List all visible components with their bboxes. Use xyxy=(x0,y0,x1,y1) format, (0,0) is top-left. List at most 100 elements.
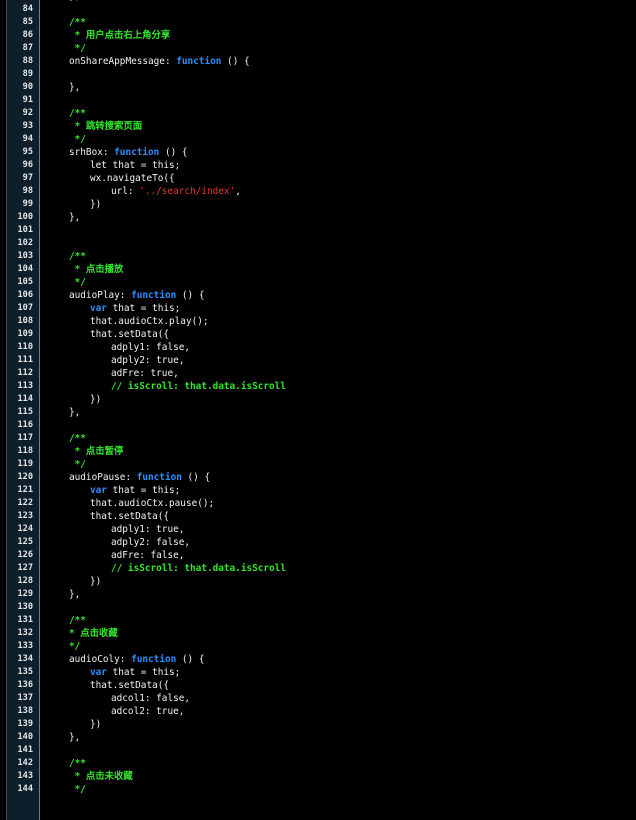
code-line[interactable]: 115}, xyxy=(0,406,636,419)
code-line[interactable]: 130 xyxy=(0,601,636,614)
code-line[interactable]: 136 that.setData({ xyxy=(0,679,636,692)
code-token: audioPlay: xyxy=(69,290,132,301)
comment-token: // isScroll: that.data.isScroll xyxy=(111,563,286,574)
code-line[interactable]: 125 adply2: false, xyxy=(0,536,636,549)
line-number: 130 xyxy=(17,602,33,612)
code-line[interactable]: 138 adcol2: true, xyxy=(0,705,636,718)
string-token: '../search/index' xyxy=(139,186,236,197)
code-line[interactable]: 119 */ xyxy=(0,458,636,471)
code-token: }, xyxy=(69,732,81,743)
code-line[interactable]: 93 * 跳转搜索页面 xyxy=(0,120,636,133)
code-line[interactable]: 106 audioPlay: function () { xyxy=(0,289,636,302)
code-text: * 点击暂停 xyxy=(48,445,124,458)
code-line[interactable]: 96 let that = this; xyxy=(0,159,636,172)
code-text: * 跳转搜索页面 xyxy=(48,120,143,133)
line-number: 138 xyxy=(17,706,33,716)
code-text: /** xyxy=(48,250,86,263)
code-lines: 83},8485/**86 * 用户点击右上角分享87 */88onShareA… xyxy=(0,0,636,796)
code-line[interactable]: 102 xyxy=(0,237,636,250)
code-line[interactable]: 134 audioColy: function () { xyxy=(0,653,636,666)
line-number: 139 xyxy=(17,719,33,729)
code-text: adFre: false, xyxy=(48,549,184,562)
code-line[interactable]: 132 * 点击收藏 xyxy=(0,627,636,640)
code-line[interactable]: 110 adply1: false, xyxy=(0,341,636,354)
code-line[interactable]: 103 /** xyxy=(0,250,636,263)
code-line[interactable]: 116 xyxy=(0,419,636,432)
code-text: audioColy: function () { xyxy=(48,653,204,666)
code-text: }, xyxy=(48,588,80,601)
code-line[interactable]: 112 adFre: true, xyxy=(0,367,636,380)
code-line[interactable]: 90}, xyxy=(0,81,636,94)
code-line[interactable]: 137 adcol1: false, xyxy=(0,692,636,705)
code-line[interactable]: 89 xyxy=(0,68,636,81)
code-line[interactable]: 109 that.setData({ xyxy=(0,328,636,341)
code-line[interactable]: 128}) xyxy=(0,575,636,588)
code-line[interactable]: 101 xyxy=(0,224,636,237)
code-token: }, xyxy=(69,82,81,93)
code-text: adply2: false, xyxy=(48,536,190,549)
code-text: adply1: false, xyxy=(48,341,190,354)
code-text: adcol1: false, xyxy=(48,692,190,705)
code-text: }, xyxy=(48,81,80,94)
code-line[interactable]: 97 wx.navigateTo({ xyxy=(0,172,636,185)
code-line[interactable]: 108 that.audioCtx.play(); xyxy=(0,315,636,328)
code-line[interactable]: 135 var that = this; xyxy=(0,666,636,679)
code-token: that.setData({ xyxy=(90,680,170,691)
code-line[interactable]: 127 // isScroll: that.data.isScroll xyxy=(0,562,636,575)
code-line[interactable]: 120 audioPause: function () { xyxy=(0,471,636,484)
code-line[interactable]: 88 onShareAppMessage: function () { xyxy=(0,55,636,68)
code-line[interactable]: 144 */ xyxy=(0,783,636,796)
code-text: */ xyxy=(48,783,86,796)
code-line[interactable]: 140}, xyxy=(0,731,636,744)
code-line[interactable]: 104 * 点击播放 xyxy=(0,263,636,276)
code-token: that.setData({ xyxy=(90,511,170,522)
code-line[interactable]: 143 * 点击未收藏 xyxy=(0,770,636,783)
code-line[interactable]: 118 * 点击暂停 xyxy=(0,445,636,458)
code-line[interactable]: 92 /** xyxy=(0,107,636,120)
code-line[interactable]: 105 */ xyxy=(0,276,636,289)
code-line[interactable]: 139}) xyxy=(0,718,636,731)
code-line[interactable]: 131 /** xyxy=(0,614,636,627)
line-number: 127 xyxy=(17,563,33,573)
code-line[interactable]: 122 that.audioCtx.pause(); xyxy=(0,497,636,510)
code-line[interactable]: 100}, xyxy=(0,211,636,224)
code-line[interactable]: 84 xyxy=(0,3,636,16)
code-token: () { xyxy=(159,147,188,158)
comment-token: * 跳转搜索页面 xyxy=(69,121,143,132)
code-token: url: xyxy=(111,186,140,197)
code-token: let that = this; xyxy=(90,160,181,171)
code-text: }, xyxy=(48,406,80,419)
code-line[interactable]: 98 url: '../search/index', xyxy=(0,185,636,198)
code-line[interactable]: 94 */ xyxy=(0,133,636,146)
code-editor[interactable]: 83},8485/**86 * 用户点击右上角分享87 */88onShareA… xyxy=(0,0,636,820)
code-line[interactable]: 87 */ xyxy=(0,42,636,55)
code-line[interactable]: 111 adply2: true, xyxy=(0,354,636,367)
line-number: 85 xyxy=(22,17,33,27)
code-line[interactable]: 142 /** xyxy=(0,757,636,770)
line-number: 96 xyxy=(22,160,33,170)
code-line[interactable]: 141 xyxy=(0,744,636,757)
code-line[interactable]: 121 var that = this; xyxy=(0,484,636,497)
code-line[interactable]: 129}, xyxy=(0,588,636,601)
code-line[interactable]: 124 adply1: true, xyxy=(0,523,636,536)
code-line[interactable]: 114}) xyxy=(0,393,636,406)
line-number: 90 xyxy=(22,82,33,92)
code-line[interactable]: 85 /** xyxy=(0,16,636,29)
code-line[interactable]: 86 * 用户点击右上角分享 xyxy=(0,29,636,42)
code-line[interactable]: 126 adFre: false, xyxy=(0,549,636,562)
code-text: }, xyxy=(48,211,80,224)
code-text: }) xyxy=(48,393,101,406)
line-number: 115 xyxy=(17,407,33,417)
code-line[interactable]: 91 xyxy=(0,94,636,107)
code-line[interactable]: 113 // isScroll: that.data.isScroll xyxy=(0,380,636,393)
code-token: adcol2: true, xyxy=(111,706,185,717)
code-token: adply1: false, xyxy=(111,342,191,353)
code-line[interactable]: 95 srhBox: function () { xyxy=(0,146,636,159)
code-token: adFre: true, xyxy=(111,368,179,379)
code-line[interactable]: 99}) xyxy=(0,198,636,211)
code-line[interactable]: 117 /** xyxy=(0,432,636,445)
code-line[interactable]: 107 var that = this; xyxy=(0,302,636,315)
code-line[interactable]: 123 that.setData({ xyxy=(0,510,636,523)
code-text: audioPause: function () { xyxy=(48,471,210,484)
code-line[interactable]: 133 */ xyxy=(0,640,636,653)
